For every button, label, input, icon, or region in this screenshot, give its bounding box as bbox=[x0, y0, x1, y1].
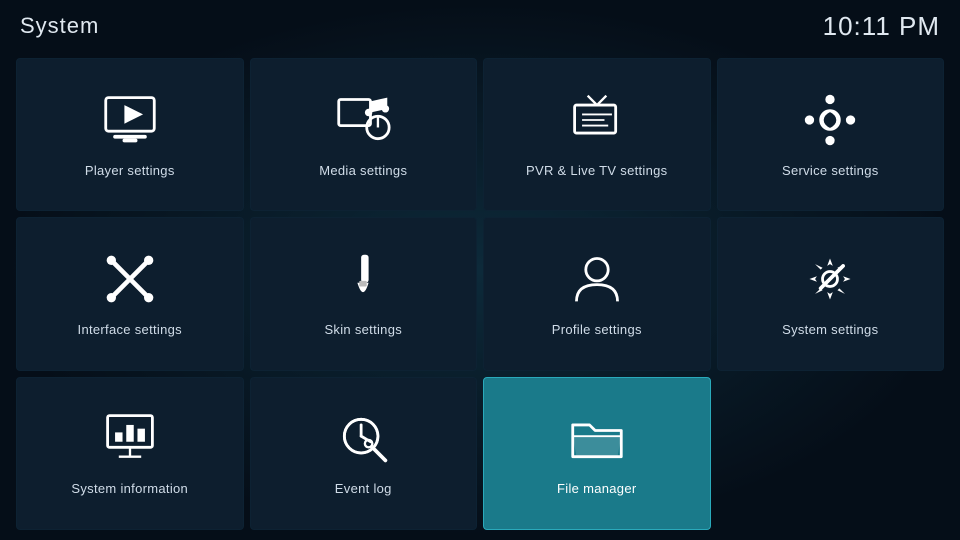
system-settings-tile[interactable]: System settings bbox=[717, 217, 945, 370]
file-manager-tile[interactable]: File manager bbox=[483, 377, 711, 530]
system-information-tile[interactable]: System information bbox=[16, 377, 244, 530]
media-settings-label: Media settings bbox=[319, 163, 407, 178]
skin-icon bbox=[335, 251, 391, 322]
service-settings-tile[interactable]: Service settings bbox=[717, 58, 945, 211]
pvr-settings-label: PVR & Live TV settings bbox=[526, 163, 667, 178]
system-icon bbox=[802, 251, 858, 322]
interface-icon bbox=[102, 251, 158, 322]
eventlog-icon bbox=[335, 410, 391, 481]
interface-settings-label: Interface settings bbox=[78, 322, 182, 337]
pvr-settings-tile[interactable]: PVR & Live TV settings bbox=[483, 58, 711, 211]
event-log-label: Event log bbox=[335, 481, 392, 496]
player-icon bbox=[102, 92, 158, 163]
interface-settings-tile[interactable]: Interface settings bbox=[16, 217, 244, 370]
profile-settings-tile[interactable]: Profile settings bbox=[483, 217, 711, 370]
profile-settings-label: Profile settings bbox=[552, 322, 642, 337]
event-log-tile[interactable]: Event log bbox=[250, 377, 478, 530]
skin-settings-label: Skin settings bbox=[324, 322, 402, 337]
service-settings-label: Service settings bbox=[782, 163, 879, 178]
system-page: System 10:11 PM Player settings Media se… bbox=[0, 0, 960, 540]
system-settings-label: System settings bbox=[782, 322, 878, 337]
skin-settings-tile[interactable]: Skin settings bbox=[250, 217, 478, 370]
clock: 10:11 PM bbox=[823, 11, 940, 42]
player-settings-label: Player settings bbox=[85, 163, 175, 178]
profile-icon bbox=[569, 251, 625, 322]
header: System 10:11 PM bbox=[0, 0, 960, 52]
service-icon bbox=[802, 92, 858, 163]
settings-grid: Player settings Media settings PVR & Liv… bbox=[0, 52, 960, 540]
sysinfo-icon bbox=[102, 410, 158, 481]
media-settings-tile[interactable]: Media settings bbox=[250, 58, 478, 211]
pvr-icon bbox=[569, 92, 625, 163]
media-icon bbox=[335, 92, 391, 163]
empty-tile bbox=[717, 377, 945, 530]
filemanager-icon bbox=[569, 410, 625, 481]
player-settings-tile[interactable]: Player settings bbox=[16, 58, 244, 211]
system-information-label: System information bbox=[71, 481, 188, 496]
page-title: System bbox=[20, 13, 99, 39]
file-manager-label: File manager bbox=[557, 481, 636, 496]
